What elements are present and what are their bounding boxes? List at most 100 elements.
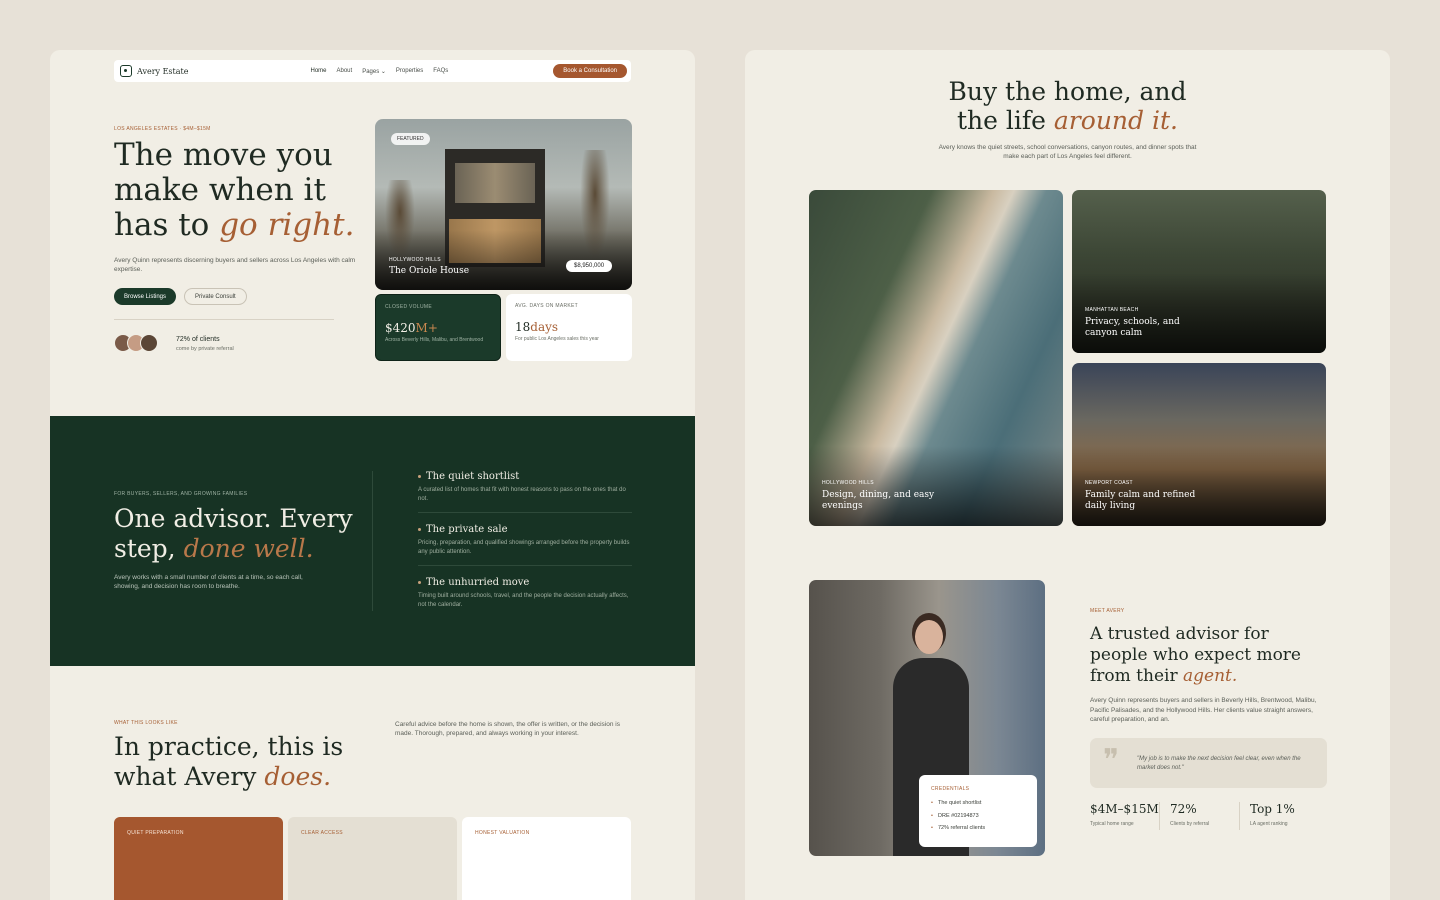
brand-logo[interactable]: Avery Estate <box>137 67 188 76</box>
neighborhood-tile[interactable]: NEWPORT COAST Family calm and refined da… <box>1072 363 1326 526</box>
credential-item: DRE #02194873 <box>931 810 1025 823</box>
kpi-label: LA agent ranking <box>1250 821 1288 827</box>
quote-card: ❞ "My job is to make the next decision f… <box>1090 738 1327 788</box>
credential-item: 72% referral clients <box>931 822 1025 835</box>
nav-links: Home About Pages ⌄ Properties FAQs <box>310 68 448 75</box>
practice-card-label: HONEST VALUATION <box>475 830 530 836</box>
practice-paragraph: Careful advice before the home is shown,… <box>395 721 620 737</box>
tile-title: Family calm and refined daily living <box>1085 490 1196 511</box>
practice-card-label: QUIET PREPARATION <box>127 830 184 836</box>
nav-faqs[interactable]: FAQs <box>433 68 448 75</box>
feature-item: The quiet shortlist A curated list of ho… <box>418 471 632 513</box>
advisor-band: FOR BUYERS, SELLERS, AND GROWING FAMILIE… <box>50 416 695 666</box>
feature-desc: Timing built around schools, travel, and… <box>418 593 629 608</box>
nav-pages[interactable]: Pages ⌄ <box>362 68 386 75</box>
lifestyle-title-line1: Buy the home, and <box>948 77 1187 106</box>
kpi-label: Typical home range <box>1090 821 1134 827</box>
quote-icon: ❞ <box>1103 743 1120 778</box>
meet-title-accent: agent. <box>1183 666 1238 686</box>
stat-label: CLOSED VOLUME <box>385 304 432 310</box>
divider <box>1239 802 1240 830</box>
tile-label: NEWPORT COAST <box>1085 480 1133 486</box>
referral-stat: 72% of clients <box>176 336 220 343</box>
quote-text: "My job is to make the next decision fee… <box>1137 756 1301 771</box>
lifestyle-subtitle: Avery knows the quiet streets, school co… <box>938 144 1197 160</box>
days-on-market-card: AVG. DAYS ON MARKET 18days For public Lo… <box>506 294 632 361</box>
stat-value: $420M+ <box>385 321 438 335</box>
stat-suffix: M+ <box>415 321 438 335</box>
browse-listings-button[interactable]: Browse Listings <box>114 288 177 305</box>
band-title-accent: done well. <box>183 534 314 563</box>
stat-note: Across Beverly Hills, Malibu, and Brentw… <box>385 337 484 343</box>
hero-eyebrow: LOS ANGELES ESTATES · $4M–$15M <box>114 126 211 132</box>
featured-property-card[interactable]: FEATURED HOLLYWOOD HILLS The Oriole Hous… <box>375 119 632 290</box>
hero-subtitle: Avery Quinn represents discerning buyers… <box>114 257 356 273</box>
kpi-value: $4M–$15M <box>1090 802 1159 816</box>
top-nav: Avery Estate Home About Pages ⌄ Properti… <box>114 60 631 82</box>
kpi-value: Top 1% <box>1250 802 1295 816</box>
kpi-item: $4M–$15M Typical home range <box>1090 802 1159 827</box>
tile-label: MANHATTAN BEACH <box>1085 307 1139 313</box>
chevron-down-icon: ⌄ <box>380 68 386 75</box>
divider <box>418 512 632 513</box>
lifestyle-title-line2: the life <box>957 106 1046 135</box>
lifestyle-title: Buy the home, and the life around it. <box>745 77 1390 135</box>
kpi-label: Clients by referral <box>1170 821 1210 827</box>
practice-title-accent: does. <box>264 762 332 791</box>
vertical-divider <box>372 471 373 611</box>
tile-title: Design, dining, and easy evenings <box>822 490 935 511</box>
kpi-value: 72% <box>1170 802 1197 816</box>
book-consultation-button[interactable]: Book a Consultation <box>553 64 627 78</box>
divider <box>1159 802 1160 830</box>
nav-properties[interactable]: Properties <box>396 68 423 75</box>
private-consult-button[interactable]: Private Consult <box>184 288 247 305</box>
lifestyle-title-accent: around it. <box>1053 106 1178 135</box>
hero-title-accent: go right. <box>219 207 355 243</box>
advisor-head <box>915 620 943 654</box>
practice-card[interactable]: QUIET PREPARATION <box>114 817 283 900</box>
referral-caption: come by private referral <box>176 346 234 352</box>
band-eyebrow: FOR BUYERS, SELLERS, AND GROWING FAMILIE… <box>114 491 248 497</box>
practice-title: In practice, this is what Avery does. <box>114 732 374 792</box>
nav-home[interactable]: Home <box>310 68 326 75</box>
practice-card-label: CLEAR ACCESS <box>301 830 343 836</box>
practice-card[interactable]: HONEST VALUATION <box>462 817 631 900</box>
stat-number: $420 <box>385 321 416 335</box>
house-icon <box>120 65 132 77</box>
feature-desc: Pricing, preparation, and qualified show… <box>418 540 630 555</box>
divider <box>114 319 334 320</box>
credentials-list: The quiet shortlist DRE #02194873 72% re… <box>931 797 1025 835</box>
advisor-portrait: CREDENTIALS The quiet shortlist DRE #021… <box>809 580 1045 856</box>
meet-title: A trusted advisor for people who expect … <box>1090 624 1330 687</box>
left-panel: Avery Estate Home About Pages ⌄ Properti… <box>50 50 695 900</box>
band-paragraph: Avery works with a small number of clien… <box>114 574 303 590</box>
credentials-label: CREDENTIALS <box>931 786 970 792</box>
credentials-card: CREDENTIALS The quiet shortlist DRE #021… <box>919 775 1037 847</box>
client-avatars <box>114 334 158 352</box>
image-shade <box>1072 273 1326 353</box>
avatar <box>140 334 158 352</box>
property-location: HOLLYWOOD HILLS <box>389 257 441 263</box>
image-shade <box>1072 446 1326 526</box>
stat-value: 18days <box>515 320 558 334</box>
stat-note: For public Los Angeles sales this year <box>515 336 599 342</box>
feature-item: The private sale Pricing, preparation, a… <box>418 524 632 566</box>
meet-paragraph: Avery Quinn represents buyers and seller… <box>1090 697 1317 723</box>
neighborhood-tile[interactable]: HOLLYWOOD HILLS Design, dining, and easy… <box>809 190 1063 526</box>
kpi-item: Top 1% LA agent ranking <box>1250 802 1295 827</box>
right-panel: Buy the home, and the life around it. Av… <box>745 50 1390 900</box>
nav-pages-label: Pages <box>362 68 380 75</box>
practice-eyebrow: WHAT THIS LOOKS LIKE <box>114 720 178 726</box>
practice-card[interactable]: CLEAR ACCESS <box>288 817 457 900</box>
feature-desc: A curated list of homes that fit with ho… <box>418 487 626 502</box>
feature-title: The unhurried move <box>418 577 632 588</box>
divider <box>418 565 632 566</box>
credential-item: The quiet shortlist <box>931 797 1025 810</box>
price-badge: $8,950,000 <box>566 260 613 272</box>
stat-suffix: days <box>530 320 559 334</box>
nav-about[interactable]: About <box>337 68 353 75</box>
feature-title: The private sale <box>418 524 632 535</box>
feature-item: The unhurried move Timing built around s… <box>418 577 632 609</box>
neighborhood-tile[interactable]: MANHATTAN BEACH Privacy, schools, and ca… <box>1072 190 1326 353</box>
hero-title: The move you make when it has to go righ… <box>114 138 364 243</box>
